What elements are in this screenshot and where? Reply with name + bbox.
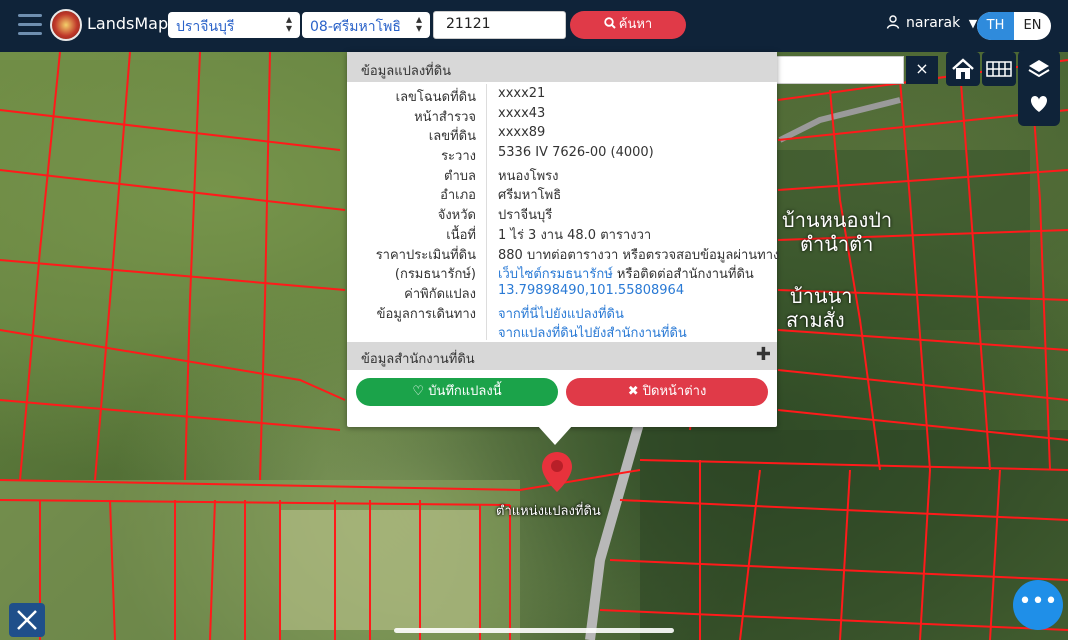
info-row-treasury: (กรมธนารักษ์) เว็บไซต์กรมธนารักษ์ หรือติด…: [347, 261, 777, 282]
save-parcel-button[interactable]: ♡ บันทึกแปลงนี้: [356, 378, 558, 406]
search-button-label: ค้นหา: [618, 17, 653, 32]
map-label-4: สามสั่ง: [786, 308, 845, 332]
info-row-directions-2: จากแปลงที่ดินไปยังสำนักงานที่ดิน: [347, 320, 777, 343]
layers-icon[interactable]: [1028, 60, 1050, 78]
map-marker-icon[interactable]: [540, 450, 574, 494]
info-row-district: อำเภอ ศรีมหาโพธิ: [347, 182, 777, 203]
info-row-coordinates: ค่าพิกัดแปลง 13.79898490,101.55808964: [347, 281, 777, 302]
home-indicator: [394, 628, 674, 633]
heart-outline-icon: ♡: [412, 384, 425, 399]
info-row-map-sheet: ระวาง 5336 IV 7626-00 (4000): [347, 143, 777, 164]
info-value: 5336 IV 7626-00 (4000): [498, 145, 654, 161]
select-caret-icon: ▴ ▾: [415, 12, 422, 35]
select-caret-icon: ▴ ▾: [285, 12, 292, 35]
ruler-tool-button[interactable]: [9, 603, 45, 637]
ruler-icon: [17, 610, 37, 630]
more-icon: •••: [1018, 589, 1058, 614]
close-search-button[interactable]: ×: [906, 56, 938, 84]
info-value: xxxx43: [498, 105, 546, 121]
district-select[interactable]: 08-ศรีมหาโพธิ ▴ ▾: [302, 12, 430, 38]
info-value: xxxx89: [498, 125, 546, 141]
more-options-button[interactable]: •••: [1013, 580, 1063, 630]
coordinates-link[interactable]: 13.79898490,101.55808964: [498, 283, 684, 298]
search-icon: [604, 17, 616, 29]
land-office-title: ข้อมูลสำนักงานที่ดิน: [361, 352, 475, 367]
parcel-info-rows: เลขโฉนดที่ดิน xxxx21 หน้าสำรวจ xxxx43 เลขท…: [347, 84, 780, 343]
department-logo: [50, 9, 82, 41]
info-row-deed: เลขโฉนดที่ดิน xxxx21: [347, 84, 777, 105]
brand-title: LandsMaps: [87, 14, 177, 33]
info-row-land-number: เลขที่ดิน xxxx89: [347, 123, 777, 144]
grid-button[interactable]: [982, 52, 1016, 86]
home-button[interactable]: [946, 52, 980, 86]
province-select[interactable]: ปราจีนบุรี ▴ ▾: [168, 12, 300, 38]
username: nararak: [906, 15, 961, 31]
home-icon: [952, 58, 974, 79]
info-row-survey-page: หน้าสำรวจ xxxx43: [347, 104, 777, 125]
grid-icon: [986, 61, 1012, 77]
chevron-down-icon: ▼: [968, 17, 978, 30]
search-button[interactable]: ค้นหา: [570, 11, 686, 39]
info-value: xxxx21: [498, 86, 546, 101]
times-icon: ✖: [627, 384, 639, 399]
save-parcel-label: บันทึกแปลงนี้: [428, 384, 502, 399]
language-toggle[interactable]: TH EN: [977, 12, 1051, 40]
directions-to-office-link[interactable]: จากแปลงที่ดินไปยังสำนักงานที่ดิน: [498, 322, 687, 343]
plus-icon[interactable]: ✚: [756, 344, 771, 365]
map-tools-stack: [1018, 50, 1060, 126]
lang-en-button[interactable]: EN: [1014, 12, 1051, 40]
marker-label: ตำแหน่งแปลงที่ดิน: [496, 504, 601, 519]
info-row-province: จังหวัด ปราจีนบุรี: [347, 202, 777, 223]
province-value: ปราจีนบุรี: [176, 19, 235, 35]
land-office-section[interactable]: ข้อมูลสำนักงานที่ดิน ✚: [347, 342, 777, 370]
popup-pointer: [537, 425, 573, 445]
district-value: 08-ศรีมหาโพธิ: [310, 19, 401, 35]
top-navbar: LandsMaps ปราจีนบุรี ▴ ▾ 08-ศรีมหาโพธิ ▴ ▾…: [0, 0, 1068, 52]
heart-icon[interactable]: [1030, 96, 1048, 112]
info-row-appraisal: ราคาประเมินที่ดิน 880 บาทต่อตารางวา หรือต…: [347, 242, 780, 263]
lang-th-button[interactable]: TH: [977, 12, 1014, 40]
map-label-2: ตำนำตำ: [800, 232, 874, 256]
user-menu[interactable]: nararak ▼: [886, 15, 977, 31]
info-row-subdistrict: ตำบล หนองโพรง: [347, 163, 777, 184]
parcel-number-input[interactable]: 21121: [433, 11, 566, 39]
info-row-area: เนื้อที่ 1 ไร่ 3 งาน 48.0 ตารางวา: [347, 222, 777, 243]
parcel-info-title: ข้อมูลแปลงที่ดิน: [347, 52, 777, 82]
info-row-directions: ข้อมูลการเดินทาง จากที่นี่ไปยังแปลงที่ดิน: [347, 301, 777, 322]
close-popup-label: ปิดหน้าต่าง: [642, 384, 707, 399]
close-popup-button[interactable]: ✖ ปิดหน้าต่าง: [566, 378, 768, 406]
user-icon: [886, 15, 900, 29]
parcel-info-popup: ข้อมูลแปลงที่ดิน เลขโฉนดที่ดิน xxxx21 หน้…: [347, 52, 780, 445]
hamburger-icon[interactable]: [18, 14, 42, 36]
